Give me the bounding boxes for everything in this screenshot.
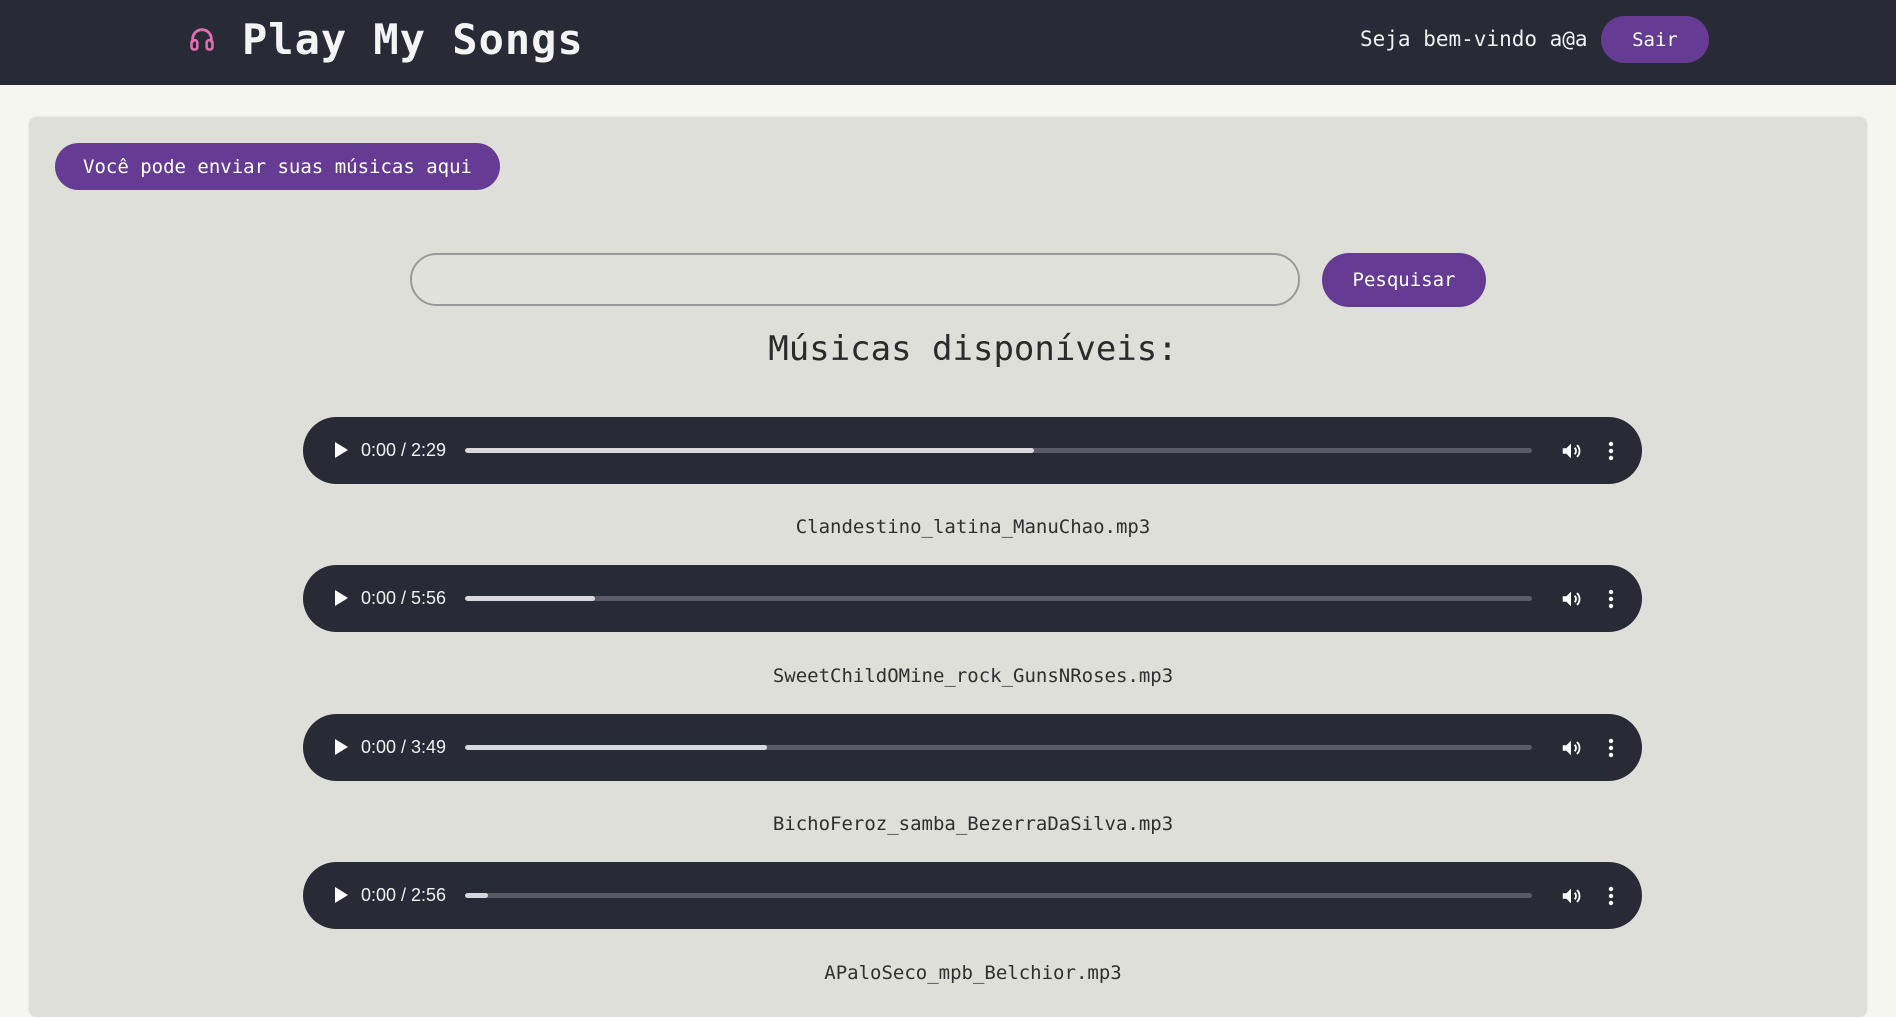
audio-player: 0:00 / 5:56 — [303, 565, 1642, 632]
audio-player: 0:00 / 2:29 — [303, 417, 1642, 484]
top-navbar: Play My Songs Seja bem-vindo a@a Sair — [0, 0, 1896, 85]
play-icon[interactable] — [329, 438, 353, 462]
audio-player: 0:00 / 2:56 — [303, 862, 1642, 929]
search-input[interactable] — [410, 253, 1300, 306]
audio-time: 0:00 / 5:56 — [361, 588, 447, 608]
audio-progress-bar[interactable] — [465, 745, 1532, 750]
volume-icon[interactable] — [1556, 881, 1586, 911]
search-button[interactable]: Pesquisar — [1322, 253, 1486, 307]
audio-progress-fill — [465, 596, 596, 601]
song-filename: BichoFeroz_samba_BezerraDaSilva.mp3 — [772, 813, 1174, 835]
audio-progress-bar[interactable] — [465, 448, 1532, 453]
upload-songs-button[interactable]: Você pode enviar suas músicas aqui — [55, 143, 500, 190]
play-icon[interactable] — [329, 735, 353, 759]
more-options-icon[interactable] — [1601, 733, 1621, 763]
audio-progress-fill — [465, 448, 1034, 453]
headphones-icon — [188, 25, 216, 53]
more-options-icon[interactable] — [1601, 881, 1621, 911]
volume-icon[interactable] — [1556, 584, 1586, 614]
brand: Play My Songs — [188, 14, 584, 64]
more-options-icon[interactable] — [1601, 436, 1621, 466]
more-options-icon[interactable] — [1601, 584, 1621, 614]
songs-section-title: Músicas disponíveis: — [768, 329, 1178, 369]
logout-button[interactable]: Sair — [1601, 16, 1709, 63]
audio-progress-bar[interactable] — [465, 893, 1532, 898]
song-filename: SweetChildOMine_rock_GunsNRoses.mp3 — [772, 665, 1174, 687]
audio-time: 0:00 / 2:56 — [361, 885, 447, 905]
app-title: Play My Songs — [242, 14, 584, 64]
volume-icon[interactable] — [1556, 436, 1586, 466]
audio-progress-bar[interactable] — [465, 596, 1532, 601]
play-icon[interactable] — [329, 586, 353, 610]
play-icon[interactable] — [329, 883, 353, 907]
audio-player: 0:00 / 3:49 — [303, 714, 1642, 781]
audio-progress-fill — [465, 745, 767, 750]
audio-progress-fill — [465, 893, 489, 898]
volume-icon[interactable] — [1556, 733, 1586, 763]
song-filename: Clandestino_latina_ManuChao.mp3 — [795, 516, 1151, 538]
welcome-message: Seja bem-vindo a@a — [1360, 27, 1588, 51]
audio-time: 0:00 / 2:29 — [361, 440, 447, 460]
song-filename: APaloSeco_mpb_Belchior.mp3 — [824, 962, 1122, 984]
audio-time: 0:00 / 3:49 — [361, 737, 447, 757]
